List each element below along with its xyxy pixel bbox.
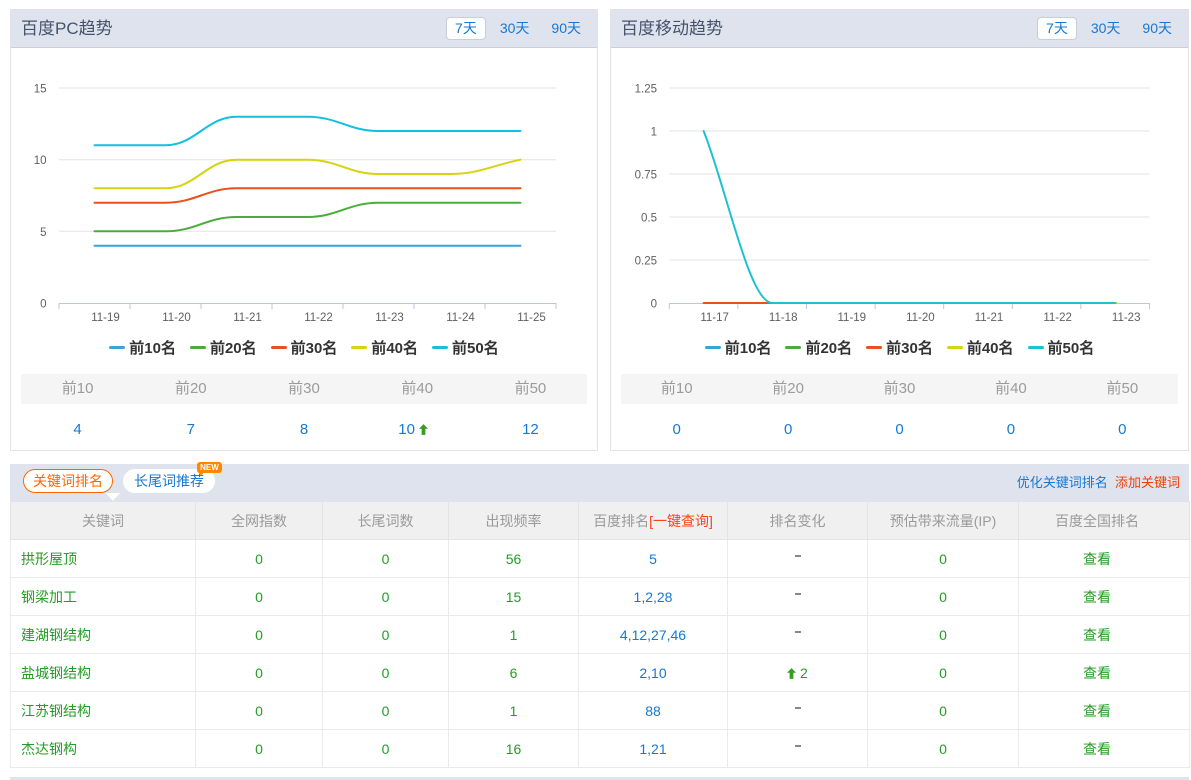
svg-text:11-19: 11-19 [91,312,120,324]
svg-text:5: 5 [40,227,46,239]
svg-text:0: 0 [40,299,46,311]
svg-text:15: 15 [34,84,47,96]
svg-text:1.25: 1.25 [635,84,657,96]
svg-text:10: 10 [34,155,47,167]
svg-text:11-21: 11-21 [233,312,262,324]
svg-text:11-25: 11-25 [517,312,546,324]
svg-text:11-23: 11-23 [375,312,404,324]
svg-text:11-19: 11-19 [838,312,867,324]
svg-text:11-21: 11-21 [975,312,1004,324]
svg-text:11-23: 11-23 [1112,312,1141,324]
svg-text:11-24: 11-24 [446,312,475,324]
svg-text:11-17: 11-17 [700,312,729,324]
svg-text:11-22: 11-22 [304,312,333,324]
svg-text:0.75: 0.75 [635,170,657,182]
svg-text:11-20: 11-20 [162,312,191,324]
svg-text:0.25: 0.25 [635,256,657,268]
svg-text:1: 1 [651,127,657,139]
svg-text:11-22: 11-22 [1043,312,1072,324]
svg-text:11-20: 11-20 [906,312,935,324]
svg-text:0: 0 [651,299,657,311]
svg-text:11-18: 11-18 [769,312,798,324]
svg-text:0.5: 0.5 [641,213,657,225]
